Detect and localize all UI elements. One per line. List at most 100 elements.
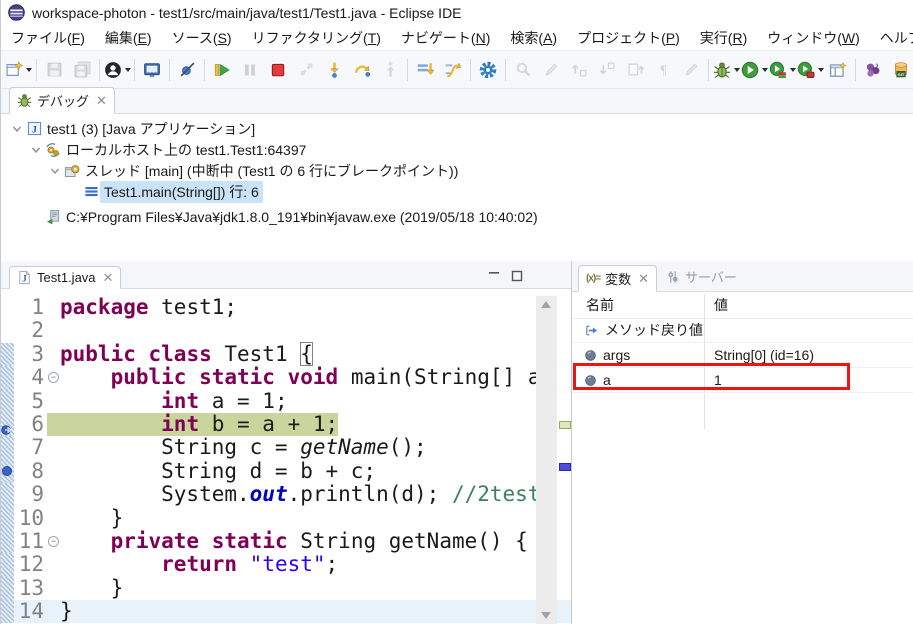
coverage-button[interactable] [768, 57, 796, 83]
dropdown-arrow-icon[interactable] [26, 68, 32, 72]
show-whitespace-button[interactable]: ¶ [649, 57, 677, 83]
code-text[interactable]: int a = 1; [60, 390, 288, 413]
code-text[interactable]: return "test"; [60, 553, 338, 576]
breakpoint-gutter[interactable] [1, 390, 14, 413]
previous-annotation-button[interactable] [565, 57, 593, 83]
scroll-down-icon[interactable] [541, 612, 551, 619]
search-button[interactable] [509, 57, 537, 83]
variable-value[interactable]: 1 [704, 372, 722, 388]
dropdown-arrow-icon[interactable] [734, 68, 740, 72]
debug-button[interactable] [712, 57, 740, 83]
menu-search[interactable]: 検索(A) [500, 26, 567, 50]
debug-tree-row-1[interactable]: ローカルホスト上の test1.Test1:64397 [1, 139, 913, 160]
skip-all-breakpoints-button[interactable] [173, 57, 201, 83]
code-text[interactable]: String c = getName(); [60, 436, 427, 459]
minimize-icon[interactable] [488, 270, 500, 282]
menu-run[interactable]: 実行(R) [690, 26, 757, 50]
column-header-value[interactable]: 値 [704, 295, 728, 315]
code-text[interactable]: package test1; [60, 296, 237, 319]
tab-debug-view[interactable]: デバッグ ✕ [9, 87, 115, 114]
close-icon[interactable]: ✕ [96, 94, 107, 107]
open-console-button[interactable] [138, 57, 166, 83]
user-account-button[interactable] [103, 57, 131, 83]
code-line-8[interactable]: 8 String d = b + c; [1, 460, 571, 483]
drop-to-frame-button[interactable] [411, 57, 439, 83]
breakpoint-gutter[interactable] [1, 296, 14, 319]
breakpoint-gutter[interactable] [1, 553, 14, 576]
code-text[interactable]: int b = a + 1; [60, 413, 338, 436]
overview-current-line-marker[interactable] [559, 421, 571, 429]
new-button[interactable] [5, 57, 33, 83]
debug-tree-row-3[interactable]: Test1.main(String[]) 行: 6 [1, 181, 913, 202]
debug-tree-row-4[interactable]: C:¥Program Files¥Java¥jdk1.8.0_191¥bin¥j… [1, 206, 913, 227]
menu-window[interactable]: ウィンドウ(W) [757, 26, 870, 50]
menu-file[interactable]: ファイル(F) [1, 26, 95, 50]
close-icon[interactable]: ✕ [103, 271, 114, 284]
breakpoint-gutter[interactable] [1, 343, 14, 366]
menu-help[interactable]: ヘルプ(H) [870, 26, 913, 50]
code-line-3[interactable]: 3public class Test1 { [1, 343, 571, 366]
step-over-button[interactable] [348, 57, 376, 83]
java-perspective-button[interactable] [859, 57, 887, 83]
code-line-11[interactable]: 11− private static String getName() { [1, 530, 571, 553]
code-line-5[interactable]: 5 int a = 1; [1, 390, 571, 413]
fold-minus-icon[interactable]: − [48, 536, 59, 547]
suspend-button[interactable] [236, 57, 264, 83]
dropdown-arrow-icon[interactable] [790, 68, 796, 72]
code-text[interactable]: private static String getName() { [60, 530, 528, 553]
next-annotation-button[interactable] [593, 57, 621, 83]
menu-source[interactable]: ソース(S) [162, 26, 242, 50]
code-editor[interactable]: 1package test1;23public class Test1 {4− … [1, 289, 571, 624]
code-line-7[interactable]: 7 String c = getName(); [1, 436, 571, 459]
breakpoint-gutter[interactable] [1, 600, 14, 623]
variable-name-cell[interactable]: メソッド戻り値なし [572, 320, 704, 340]
profile-button[interactable] [796, 57, 824, 83]
breakpoint-gutter[interactable] [1, 460, 14, 483]
debug-tree-row-2[interactable]: スレッド [main] (中断中 (Test1 の 6 行にブレークポイント)) [1, 160, 913, 181]
chevron-down-icon[interactable] [9, 123, 25, 135]
debug-tree-row-0[interactable]: Jtest1 (3) [Java アプリケーション] [1, 118, 913, 139]
variable-row-a[interactable]: a1 [572, 368, 913, 393]
breakpoint-gutter[interactable] [1, 436, 14, 459]
use-step-filters-button[interactable] [439, 57, 467, 83]
breakpoint-gutter[interactable] [1, 530, 14, 553]
fold-collapse-icon[interactable]: − [47, 530, 60, 553]
code-line-1[interactable]: 1package test1; [1, 296, 571, 319]
code-line-4[interactable]: 4− public static void main(String[] ar [1, 366, 571, 389]
code-text[interactable]: } [60, 577, 123, 600]
menu-project[interactable]: プロジェクト(P) [567, 26, 690, 50]
code-line-13[interactable]: 13 } [1, 577, 571, 600]
variable-name-cell[interactable]: args [572, 347, 704, 363]
variable-value[interactable]: String[0] (id=16) [704, 347, 814, 363]
chevron-down-icon[interactable] [47, 165, 63, 177]
disconnect-button[interactable] [292, 57, 320, 83]
terminate-button[interactable] [264, 57, 292, 83]
scroll-up-icon[interactable] [541, 301, 551, 308]
tab-servers[interactable]: サーバー [657, 264, 746, 291]
tab-variables[interactable]: (x)= 変数 ✕ [578, 265, 657, 292]
editor-scrollbar[interactable] [536, 296, 557, 624]
column-header-name[interactable]: 名前 [572, 295, 704, 315]
step-into-button[interactable] [320, 57, 348, 83]
breakpoint-gutter[interactable] [1, 507, 14, 530]
breakpoint-gutter[interactable] [1, 483, 14, 506]
menu-refactoring[interactable]: リファクタリング(T) [242, 26, 391, 50]
maximize-icon[interactable] [511, 270, 523, 282]
highlight-button[interactable] [677, 57, 705, 83]
last-edit-location-button[interactable] [621, 57, 649, 83]
menu-navigate[interactable]: ナビゲート(N) [391, 26, 500, 50]
code-text[interactable]: } [60, 600, 73, 623]
run-button[interactable] [740, 57, 768, 83]
variable-name-cell[interactable]: a [572, 372, 704, 388]
code-line-2[interactable]: 2 [1, 319, 571, 342]
code-line-12[interactable]: 12 return "test"; [1, 553, 571, 576]
dropdown-arrow-icon[interactable] [125, 68, 131, 72]
save-button[interactable] [40, 57, 68, 83]
overview-breakpoint-marker[interactable] [559, 463, 571, 471]
breakpoint-gutter[interactable] [1, 319, 14, 342]
breakpoint-icon[interactable] [2, 466, 12, 476]
chevron-down-icon[interactable] [28, 144, 44, 156]
code-line-9[interactable]: 9 System.out.println(d); //2test [1, 483, 571, 506]
code-text[interactable]: public static void main(String[] ar [60, 366, 553, 389]
git-perspective-button[interactable]: GIT [887, 57, 913, 83]
